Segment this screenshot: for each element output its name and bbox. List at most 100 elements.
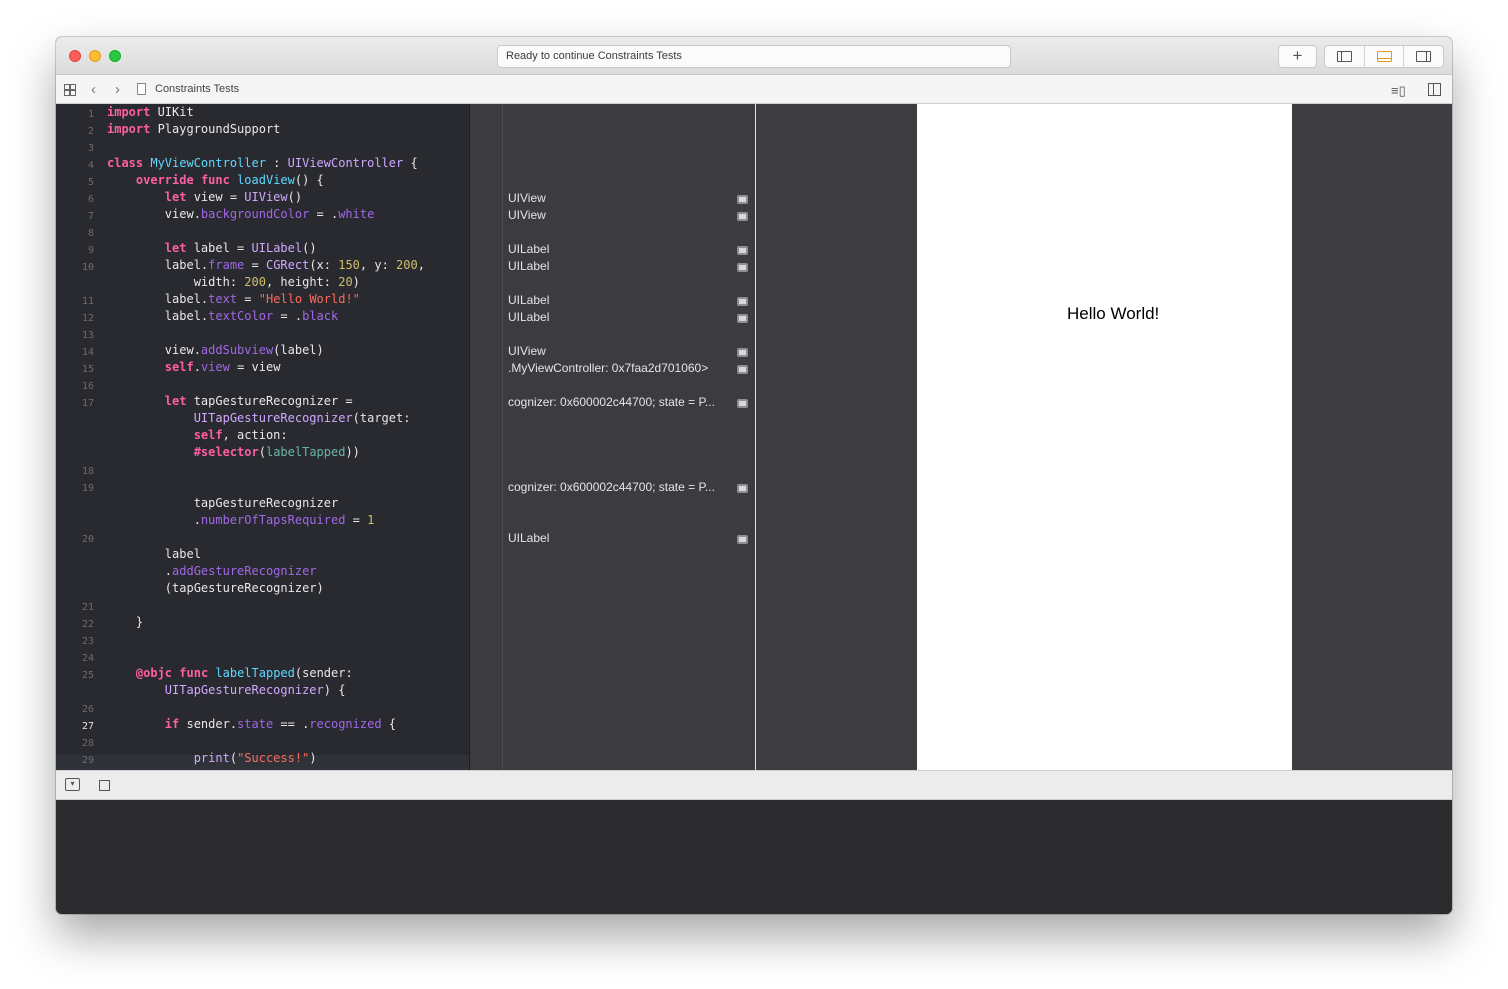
stop-playground-icon[interactable] — [99, 780, 110, 791]
minimize-button[interactable] — [89, 50, 101, 62]
result-value: UIView — [508, 208, 546, 222]
quick-look-icon[interactable] — [737, 314, 748, 323]
right-panel-icon — [1416, 51, 1432, 62]
quick-look-icon[interactable] — [737, 246, 748, 255]
line-number: 20 — [81, 534, 94, 545]
code-line: UITapGestureRecognizer(target: — [193, 411, 411, 425]
left-panel-icon — [1337, 51, 1352, 62]
line-number: 2 — [87, 126, 94, 137]
line-number: 7 — [87, 211, 94, 222]
line-number: 24 — [81, 653, 94, 664]
line-number: 4 — [87, 160, 94, 171]
line-number: 17 — [81, 398, 94, 409]
quick-look-icon[interactable] — [737, 348, 748, 357]
line-number: 23 — [81, 636, 94, 647]
code-line: let label = UILabel() — [164, 241, 317, 255]
library-button[interactable]: + — [1278, 45, 1317, 68]
close-button[interactable] — [69, 50, 81, 62]
quick-look-icon[interactable] — [737, 212, 748, 221]
quick-look-icon[interactable] — [737, 365, 748, 374]
navigator-toggle-button[interactable] — [1325, 46, 1365, 67]
code-line: } — [107, 615, 144, 629]
code-line: print("Success!") — [193, 751, 317, 765]
hello-world-label[interactable]: Hello World! — [1067, 304, 1267, 324]
code-line: view.addSubview(label) — [107, 343, 324, 357]
line-number: 25 — [81, 670, 94, 681]
debug-area-toggle-button[interactable] — [1365, 46, 1405, 67]
code-line: import PlaygroundSupport — [107, 122, 281, 136]
breadcrumb-file[interactable]: Constraints Tests — [155, 83, 239, 95]
line-number: 3 — [87, 143, 94, 154]
jump-bar: ‹ › Constraints Tests ≡▯ — [56, 75, 1452, 104]
line-number: 29 — [81, 755, 94, 766]
line-number: 5 — [87, 177, 94, 188]
line-number: 21 — [81, 602, 94, 613]
inspector-toggle-button[interactable] — [1404, 46, 1443, 67]
results-divider — [502, 104, 503, 770]
forward-chevron-icon[interactable]: › — [115, 81, 120, 98]
editor-options-icon[interactable]: ≡▯ — [1391, 83, 1406, 99]
code-editor[interactable]: 1 2 3 4 5 6 7 8 9 10 11 12 13 14 15 16 1… — [56, 104, 469, 770]
console-area[interactable] — [56, 800, 1452, 914]
line-number: 14 — [81, 347, 94, 358]
line-number: 13 — [81, 330, 94, 341]
result-value: UIView — [508, 344, 546, 358]
code-line: label.text = "Hello World!" — [107, 292, 360, 306]
quick-look-icon[interactable] — [737, 484, 748, 493]
quick-look-icon[interactable] — [737, 535, 748, 544]
line-number: 1 — [87, 109, 94, 120]
code-line: let tapGestureRecognizer = — [164, 394, 353, 408]
code-line: label — [107, 547, 201, 561]
result-value: UILabel — [508, 293, 550, 307]
line-number: 12 — [81, 313, 94, 324]
code-line: #selector(labelTapped)) — [193, 445, 360, 459]
add-editor-icon[interactable] — [1428, 83, 1441, 96]
live-view-device[interactable]: Hello World! — [917, 104, 1292, 770]
code-line: label.textColor = .black — [107, 309, 339, 323]
zoom-button[interactable] — [109, 50, 121, 62]
related-items-icon[interactable] — [64, 84, 76, 96]
quick-look-icon[interactable] — [737, 195, 748, 204]
code-line: .addGestureRecognizer — [107, 564, 317, 578]
code-line: tapGestureRecognizer — [107, 496, 339, 510]
code-line: UITapGestureRecognizer) { — [164, 683, 346, 697]
code-line: view.backgroundColor = .white — [107, 207, 375, 221]
code-line: override func loadView() { — [135, 173, 324, 187]
hide-debug-area-icon[interactable]: ▾ — [65, 778, 80, 791]
code-line: import UIKit — [107, 105, 194, 119]
code-line: width: 200, height: 20) — [107, 275, 360, 289]
line-number: 11 — [81, 296, 94, 307]
line-number: 22 — [81, 619, 94, 630]
result-value: cognizer: 0x600002c44700; state = P... — [508, 480, 715, 494]
code-line: .numberOfTapsRequired = 1 — [107, 513, 375, 527]
line-number: 6 — [87, 194, 94, 205]
line-number: 9 — [87, 245, 94, 256]
line-number: 18 — [81, 466, 94, 477]
live-view-panel: Hello World! — [755, 104, 1452, 770]
result-value: UIView — [508, 191, 546, 205]
bottom-panel-icon — [1376, 51, 1392, 62]
back-chevron-icon[interactable]: ‹ — [91, 81, 96, 98]
line-number: 26 — [81, 704, 94, 715]
code-line: @objc func labelTapped(sender: — [135, 666, 353, 680]
quick-look-icon[interactable] — [737, 399, 748, 408]
result-value: UILabel — [508, 259, 550, 273]
code-line: let view = UIView() — [164, 190, 303, 204]
line-number: 15 — [81, 364, 94, 375]
code-line: class MyViewController : UIViewControlle… — [107, 156, 418, 170]
quick-look-icon[interactable] — [737, 263, 748, 272]
quick-look-icon[interactable] — [737, 297, 748, 306]
result-value: UILabel — [508, 310, 550, 324]
code-line: if sender.state == .recognized { — [164, 717, 396, 731]
line-number: 19 — [81, 483, 94, 494]
result-value: .MyViewController: 0x7faa2d701060> — [508, 361, 709, 375]
debug-bar: ▾ — [56, 770, 1452, 800]
results-sidebar: UIView UIView UILabel UILabel UILabel UI… — [469, 104, 755, 770]
playground-window: Ready to continue Constraints Tests + ‹ … — [56, 37, 1452, 914]
line-number: 28 — [81, 738, 94, 749]
line-number: 27 — [81, 721, 94, 732]
code-line: (tapGestureRecognizer) — [107, 581, 324, 595]
line-number: 16 — [81, 381, 94, 392]
result-value: UILabel — [508, 242, 550, 256]
playground-file-icon — [137, 83, 146, 95]
